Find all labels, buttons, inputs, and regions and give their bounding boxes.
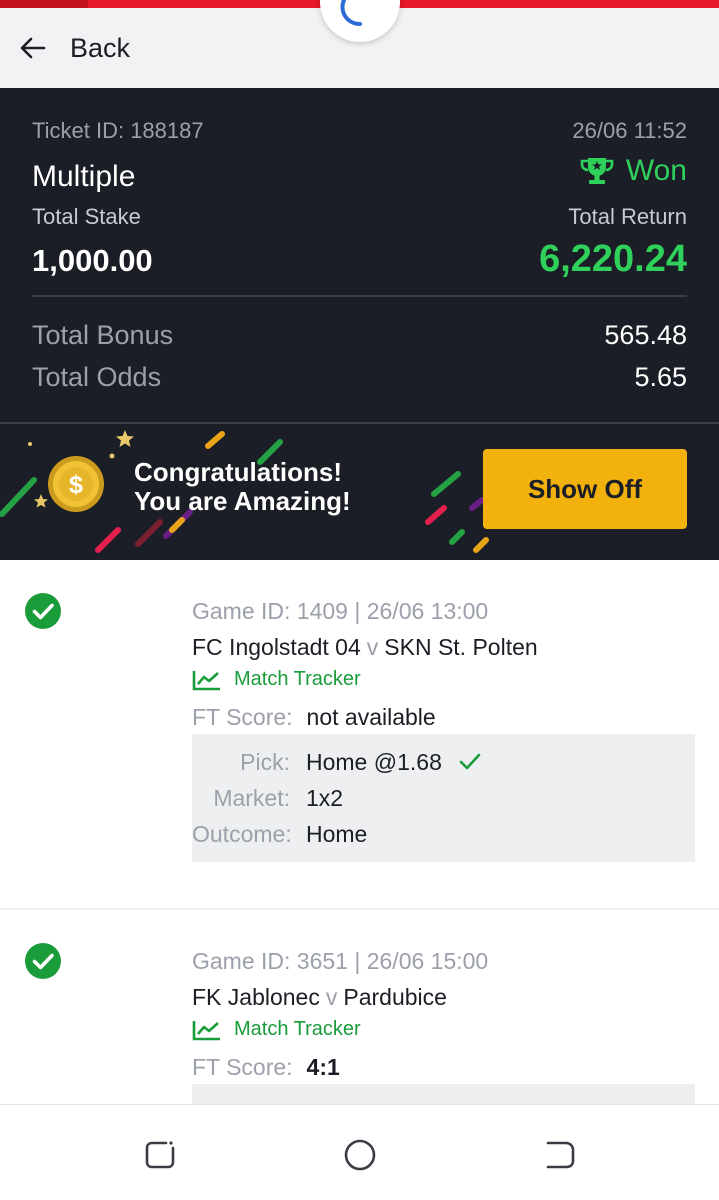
match-tracker-link[interactable]: Match Tracker [192, 668, 361, 691]
pick-value: Home @1.68 [306, 748, 442, 775]
ft-score-label: FT Score: [192, 704, 293, 730]
match-teams: FK Jablonec v Pardubice [192, 984, 447, 1011]
match-teams: FC Ingolstadt 04 v SKN St. Polten [192, 634, 538, 661]
back-button[interactable]: Back [18, 28, 130, 68]
check-circle-icon [25, 593, 61, 629]
home-team: FC Ingolstadt 04 [192, 634, 361, 660]
line-chart-icon [192, 1020, 220, 1040]
brand-strip-accent [0, 0, 88, 8]
total-odds-value: 5.65 [634, 362, 687, 392]
home-icon[interactable] [340, 1135, 380, 1175]
versus-label: v [325, 984, 338, 1010]
loading-spinner-icon [340, 0, 362, 27]
bonus-row: Total Bonus 565.48 [32, 320, 687, 351]
ticket-type: Multiple [32, 160, 136, 193]
market-value: 1x2 [306, 784, 344, 811]
trophy-icon [580, 158, 614, 184]
dollar-coin-icon: $ [48, 456, 104, 512]
outcome-label: Outcome: [192, 820, 292, 847]
match-tracker-link[interactable]: Match Tracker [192, 1018, 361, 1041]
total-return-label: Total Return [568, 204, 687, 229]
pick-value-wrap: Home @1.68 [306, 749, 482, 776]
ft-score-value: 4:1 [306, 1054, 340, 1080]
market-label: Market: [213, 784, 290, 811]
match-tracker-label: Match Tracker [234, 1018, 361, 1040]
check-circle-icon [25, 943, 61, 979]
total-bonus-label: Total Bonus [32, 320, 174, 350]
versus-label: v [366, 634, 379, 660]
total-return-value: 6,220.24 [539, 238, 687, 280]
ticket-datetime: 26/06 11:52 [572, 118, 687, 143]
ticket-id: Ticket ID: 188187 [32, 118, 204, 143]
bet-item: Game ID: 1409 | 26/06 13:00 FC Ingolstad… [0, 560, 719, 908]
recent-apps-icon[interactable] [140, 1135, 180, 1175]
ft-score-value: not available [306, 704, 436, 730]
pick-label: Pick: [240, 748, 290, 775]
svg-text:$: $ [69, 471, 83, 499]
ft-score: FT Score: not available [192, 704, 436, 731]
back-nav-icon[interactable] [540, 1135, 580, 1175]
home-team: FK Jablonec [192, 984, 320, 1010]
total-stake-value: 1,000.00 [32, 243, 153, 278]
stake-value-row: 1,000.00 6,220.24 [32, 238, 687, 281]
pick-row: Pick: Home @1.68 [192, 745, 695, 779]
bet-item: Game ID: 3651 | 26/06 15:00 FK Jablonec v… [0, 910, 719, 1104]
congratulations-banner: $ Congratulations! You are Amazing! Show… [0, 424, 719, 560]
system-navigation-bar [0, 1104, 719, 1200]
show-off-button[interactable]: Show Off [483, 449, 687, 529]
stake-label-row: Total Stake Total Return [32, 204, 687, 230]
checkmark-icon [459, 753, 481, 770]
line-chart-icon [192, 670, 220, 690]
congratulations-text: Congratulations! You are Amazing! [134, 458, 351, 516]
status-badge: Won [580, 154, 687, 188]
divider [32, 295, 687, 297]
arrow-left-icon [20, 37, 46, 59]
congratulations-line1: Congratulations! [134, 457, 342, 487]
game-id-line: Game ID: 3651 | 26/06 15:00 [192, 948, 489, 974]
away-team: Pardubice [343, 984, 447, 1010]
odds-row: Total Odds 5.65 [32, 362, 687, 393]
pick-details [192, 1084, 695, 1104]
top-bar: Back [0, 0, 719, 88]
total-odds-label: Total Odds [32, 362, 162, 392]
ft-score: FT Score: 4:1 [192, 1054, 340, 1081]
match-tracker-label: Match Tracker [234, 668, 361, 690]
status-text: Won [625, 154, 687, 187]
outcome-value: Home [306, 820, 368, 847]
ticket-type-row: Multiple Won [32, 154, 687, 194]
ticket-id-row: Ticket ID: 188187 26/06 11:52 [32, 118, 687, 144]
ticket-summary: Ticket ID: 188187 26/06 11:52 Multiple W… [0, 88, 719, 560]
refresh-spinner [320, 0, 400, 42]
game-id-line: Game ID: 1409 | 26/06 13:00 [192, 598, 489, 624]
pick-details: Pick: Home @1.68 Market: 1x2 Outcome: Ho… [192, 734, 695, 862]
total-bonus-value: 565.48 [604, 320, 687, 350]
back-label: Back [70, 32, 131, 63]
ft-score-label: FT Score: [192, 1054, 293, 1080]
outcome-row: Outcome: Home [192, 817, 695, 851]
market-row: Market: 1x2 [192, 781, 695, 815]
congratulations-line2: You are Amazing! [134, 486, 351, 516]
total-stake-label: Total Stake [32, 204, 141, 229]
away-team: SKN St. Polten [384, 634, 538, 660]
